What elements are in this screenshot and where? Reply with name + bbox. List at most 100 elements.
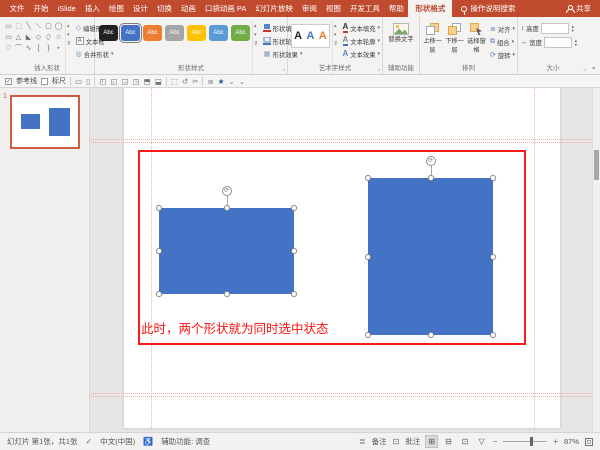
gallery-more-icon[interactable]: ⊽ — [254, 41, 258, 47]
resize-handle[interactable] — [291, 291, 297, 297]
quickbar-icon[interactable]: ⌄ — [229, 77, 235, 86]
resize-handle[interactable] — [291, 248, 297, 254]
slideshow-button[interactable]: ▽ — [476, 436, 486, 447]
shape-gallery-icon[interactable]: ∿ — [24, 44, 33, 53]
height-input[interactable] — [541, 23, 569, 34]
resize-handle[interactable] — [490, 175, 496, 181]
text-fill-button[interactable]: A 文本填充 ▾ — [341, 22, 382, 34]
align-button[interactable]: ≣ 对齐 ▾ — [488, 23, 517, 35]
resize-handle[interactable] — [224, 291, 230, 297]
shape-style-swatch[interactable]: Abc — [187, 25, 206, 41]
accessibility-status[interactable]: 辅助功能: 调查 — [161, 436, 210, 447]
quickbar-icon[interactable]: ★ — [218, 77, 225, 86]
wordart-style-swatch[interactable]: A — [319, 30, 327, 42]
shape-style-swatch[interactable]: Abc — [165, 25, 184, 41]
notes-toggle[interactable]: 备注 — [372, 436, 387, 447]
guide-line-horizontal[interactable] — [91, 396, 600, 397]
shape-gallery-icon[interactable]: ⬯ — [44, 33, 53, 42]
resize-handle[interactable] — [365, 254, 371, 260]
scroll-up-icon[interactable]: ▴ — [254, 23, 258, 29]
alt-text-button[interactable]: 替换文字 — [387, 21, 415, 43]
editing-canvas[interactable]: ⟳ ⟳ 此时，两个形状就为同时选中状态 — [91, 88, 600, 432]
guides-checkbox[interactable]: ✓ — [5, 78, 12, 85]
quickbar-icon[interactable]: ◲ — [121, 77, 128, 86]
quickbar-icon[interactable]: ◰ — [99, 77, 106, 86]
shape-gallery-icon[interactable]: { — [34, 44, 43, 53]
vertical-scrollbar[interactable] — [592, 88, 600, 432]
quickbar-icon[interactable]: ◳ — [133, 77, 140, 86]
tell-me-search[interactable]: 操作说明搜索 — [452, 0, 524, 17]
guide-line-horizontal[interactable] — [91, 139, 600, 140]
ruler-checkbox[interactable] — [41, 78, 48, 85]
width-input[interactable] — [544, 37, 572, 48]
zoom-level[interactable]: 87% — [564, 437, 579, 446]
menu-tab[interactable]: 插入 — [80, 3, 104, 14]
quickbar-icon[interactable]: ⬚ — [171, 77, 178, 86]
wordart-style-swatch[interactable]: A — [306, 30, 314, 42]
gallery-more-icon[interactable]: ⊽ — [334, 41, 338, 47]
text-effects-button[interactable]: A 文本效果 ▾ — [341, 48, 382, 60]
menu-tab[interactable]: 切换 — [152, 3, 176, 14]
quickbar-icon[interactable]: ≣ — [207, 77, 213, 86]
shape-gallery-icon[interactable]: ▢ — [44, 22, 53, 31]
shape-gallery-icon[interactable]: ◯ — [54, 22, 63, 31]
quickbar-icon[interactable]: ▭ — [75, 77, 82, 86]
text-outline-button[interactable]: A 文本轮廓 ▾ — [341, 35, 382, 47]
dialog-launcher-icon[interactable]: ⌟ — [583, 65, 586, 72]
guide-line-vertical[interactable] — [534, 88, 535, 428]
resize-handle[interactable] — [365, 175, 371, 181]
quickbar-icon[interactable]: ⌄ — [239, 77, 245, 86]
shape-style-swatch[interactable]: Abc — [99, 25, 118, 41]
spellcheck-icon[interactable]: ✓ — [85, 437, 92, 446]
shape-gallery-icon[interactable]: ▭ — [4, 33, 13, 42]
shape-square[interactable]: ⟳ — [368, 178, 493, 335]
scroll-up-icon[interactable]: ▴ — [67, 23, 71, 29]
gallery-more-icon[interactable]: ⊽ — [67, 41, 71, 47]
resize-handle[interactable] — [428, 175, 434, 181]
quickbar-icon[interactable]: ⬓ — [155, 77, 162, 86]
fit-to-window-icon[interactable] — [585, 438, 593, 446]
share-button[interactable]: 共享 — [566, 0, 600, 17]
shape-gallery-icon[interactable]: ◣ — [24, 33, 33, 42]
resize-handle[interactable] — [291, 205, 297, 211]
shape-gallery-icon[interactable]: ⬚ — [14, 22, 23, 31]
menu-tab[interactable]: 审阅 — [297, 3, 321, 14]
menu-tab[interactable]: 视图 — [321, 3, 345, 14]
reading-view-button[interactable]: ⊡ — [460, 436, 471, 447]
collapse-ribbon-icon[interactable]: ⌄ — [590, 62, 597, 71]
shape-gallery-icon[interactable]: ♡ — [4, 44, 13, 53]
menu-tab[interactable]: 动画 — [176, 3, 200, 14]
shape-gallery-icon[interactable]: ⋆ — [54, 44, 63, 53]
shape-gallery-icon[interactable]: ╲ — [24, 22, 33, 31]
scroll-up-icon[interactable]: ▴ — [334, 23, 338, 29]
resize-handle[interactable] — [365, 332, 371, 338]
guide-line-horizontal[interactable] — [91, 142, 600, 143]
language-indicator[interactable]: 中文(中国) — [100, 436, 135, 447]
zoom-slider-thumb[interactable] — [530, 437, 533, 446]
menu-tab[interactable]: 开发工具 — [345, 3, 384, 14]
zoom-in-icon[interactable]: + — [553, 437, 558, 446]
quickbar-icon[interactable]: ✂ — [192, 77, 198, 86]
width-stepper[interactable]: ▲▼ — [574, 39, 578, 47]
dialog-launcher-icon[interactable]: ⌟ — [377, 65, 380, 72]
menu-tab[interactable]: 文件 — [5, 3, 29, 14]
resize-handle[interactable] — [490, 332, 496, 338]
shape-style-swatch[interactable]: Abc — [231, 25, 250, 41]
resize-handle[interactable] — [428, 332, 434, 338]
shape-gallery-icon[interactable]: ⟍ — [34, 22, 43, 31]
scroll-down-icon[interactable]: ▾ — [67, 32, 71, 38]
height-stepper[interactable]: ▲▼ — [571, 25, 575, 33]
scroll-down-icon[interactable]: ▾ — [254, 32, 258, 38]
menu-tab[interactable]: iSlide — [53, 4, 80, 13]
menu-tab[interactable]: 幻灯片放映 — [251, 3, 298, 14]
group-button[interactable]: ⧉ 组合 ▾ — [488, 36, 517, 48]
rotate-handle[interactable]: ⟳ — [426, 156, 436, 166]
scrollbar-thumb[interactable] — [594, 150, 599, 180]
menu-tab[interactable]: 绘图 — [104, 3, 128, 14]
guide-line-horizontal[interactable] — [91, 393, 600, 394]
quickbar-icon[interactable]: ↺ — [182, 77, 188, 86]
wordart-style-swatch[interactable]: A — [294, 30, 302, 42]
normal-view-button[interactable]: ⊞ — [426, 436, 437, 447]
quickbar-icon[interactable]: ⬒ — [144, 77, 151, 86]
rotate-button[interactable]: ⟳ 旋转 ▾ — [488, 49, 517, 61]
